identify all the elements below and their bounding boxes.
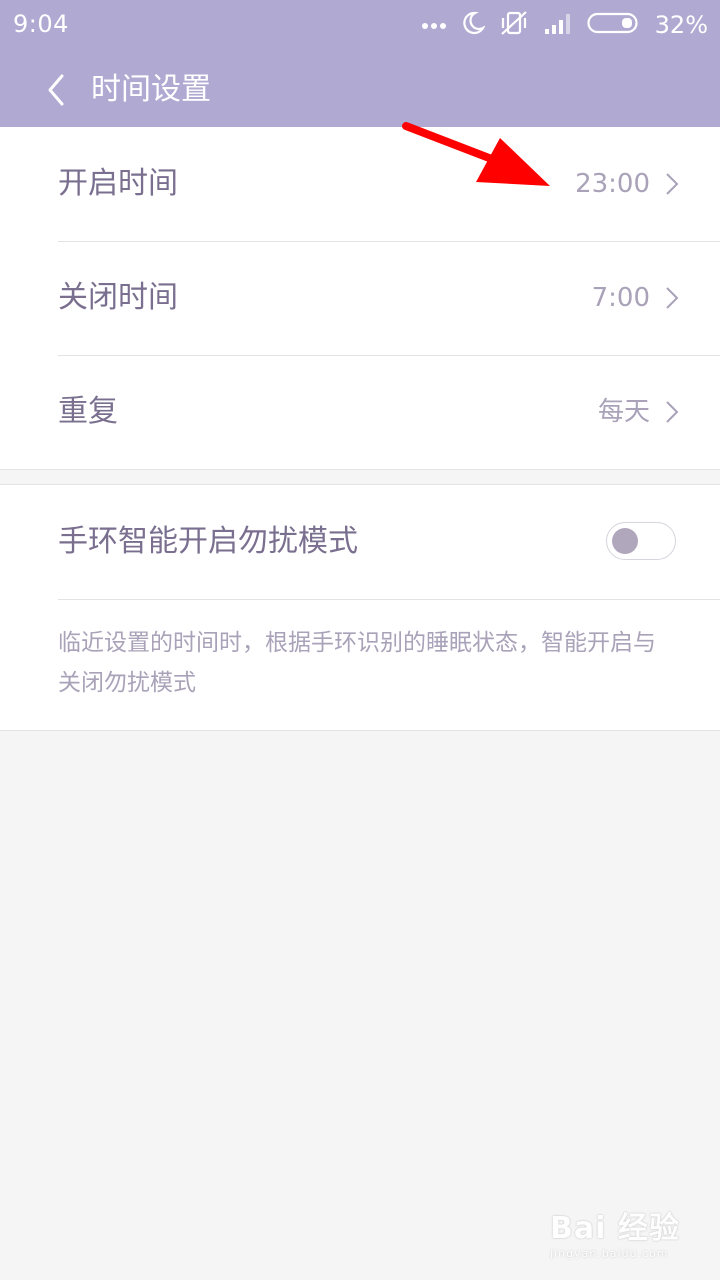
- app-header: 时间设置: [0, 52, 720, 127]
- smart-mode-row: 手环智能开启勿扰模式: [0, 485, 720, 599]
- status-bar: 9:04 32%: [0, 0, 720, 52]
- start-time-value: 23:00: [575, 169, 650, 199]
- repeat-label: 重复: [58, 394, 118, 429]
- watermark-logo: Bai 经验 jingyan.baidu.com: [550, 1203, 690, 1265]
- chevron-right-icon: [664, 400, 680, 424]
- repeat-value: 每天: [597, 397, 650, 427]
- smart-mode-label: 手环智能开启勿扰模式: [58, 524, 358, 559]
- smart-mode-card: 手环智能开启勿扰模式 临近设置的时间时，根据手环识别的睡眠状态，智能开启与关闭勿…: [0, 484, 720, 731]
- end-time-label: 关闭时间: [58, 280, 178, 315]
- toggle-knob: [612, 528, 638, 554]
- chevron-right-icon: [664, 172, 680, 196]
- battery-icon: [587, 11, 641, 39]
- battery-percent: 32%: [654, 11, 708, 39]
- smart-mode-description: 临近设置的时间时，根据手环识别的睡眠状态，智能开启与关闭勿扰模式: [58, 630, 656, 696]
- watermark-main: Bai 经验: [550, 1211, 680, 1246]
- back-button[interactable]: [38, 68, 78, 112]
- vibrate-off-icon: [499, 9, 529, 41]
- end-time-row[interactable]: 关闭时间 7:00: [0, 241, 720, 355]
- start-time-label: 开启时间: [58, 166, 178, 201]
- repeat-row[interactable]: 重复 每天: [0, 355, 720, 469]
- chevron-right-icon: [664, 286, 680, 310]
- divider: [58, 599, 720, 600]
- annotation-arrow-icon: [400, 118, 560, 198]
- moon-icon: [461, 10, 486, 40]
- signal-icon: [543, 11, 573, 39]
- status-icons: 32%: [421, 8, 708, 42]
- more-dots-icon: [421, 16, 447, 35]
- smart-mode-toggle[interactable]: [606, 522, 676, 560]
- page-title: 时间设置: [91, 72, 211, 107]
- end-time-value: 7:00: [591, 283, 650, 313]
- time-settings-card: 开启时间 23:00 关闭时间 7:00 重复 每天: [0, 127, 720, 470]
- start-time-row[interactable]: 开启时间 23:00: [0, 127, 720, 241]
- chevron-left-icon: [38, 74, 78, 116]
- status-time: 9:04: [13, 10, 69, 38]
- watermark-sub: jingyan.baidu.com: [550, 1247, 669, 1260]
- top-bar: 9:04 32% 时间设置: [0, 0, 720, 127]
